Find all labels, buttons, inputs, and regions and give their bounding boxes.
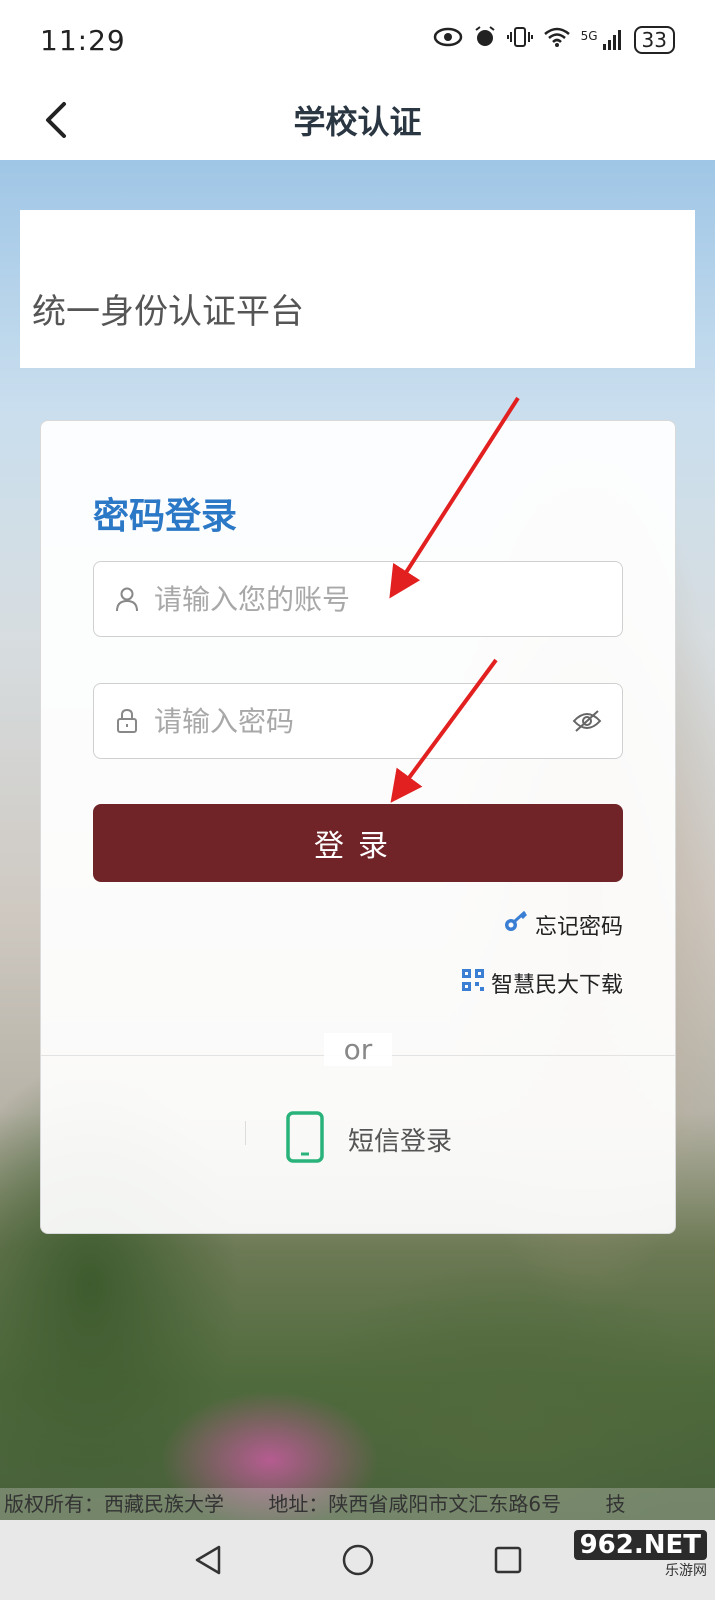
sms-login-label: 短信登录 [348, 1126, 453, 1157]
platform-title: 统一身份认证平台 [32, 291, 304, 332]
eye-icon [433, 27, 463, 53]
nav-recents-button[interactable] [488, 1540, 528, 1580]
network-type: 5G [580, 29, 598, 43]
login-button[interactable]: 登录 [93, 804, 623, 882]
back-button[interactable] [34, 98, 78, 142]
watermark-text: 乐游网 [665, 1563, 707, 1579]
circle-home-icon [342, 1544, 373, 1576]
app-download-label: 智慧民大下载 [490, 973, 623, 998]
or-text: or [323, 1033, 393, 1066]
status-icons: 5G 33 [433, 25, 675, 55]
chevron-left-icon [46, 102, 66, 138]
or-separator: or [41, 1033, 675, 1066]
login-card: 密码登录 登录 忘记密码 智慧民大下载 or 短信登录 [40, 420, 676, 1234]
eye-slash-icon[interactable] [572, 709, 602, 733]
phone-icon [286, 1111, 324, 1167]
page-title: 学校认证 [293, 103, 422, 141]
lock-icon [114, 708, 140, 734]
app-download-link[interactable]: 智慧民大下载 [461, 967, 623, 999]
site-watermark: 962.NET 乐游网 [573, 1530, 707, 1580]
password-input[interactable] [152, 703, 572, 739]
password-field[interactable] [93, 683, 623, 759]
watermark-logo: 962.NET [573, 1530, 707, 1560]
footer-copyright: 版权所有：西藏民族大学 [4, 1492, 224, 1516]
status-time: 11:29 [40, 23, 126, 57]
user-icon [114, 586, 140, 612]
app-bar: 学校认证 [0, 80, 715, 160]
forgot-password-link[interactable]: 忘记密码 [503, 909, 623, 941]
signal-icon: 5G [581, 29, 624, 51]
battery-indicator: 33 [633, 26, 675, 54]
wifi-icon [543, 26, 571, 54]
key-icon [503, 910, 529, 940]
footer-bar: 版权所有：西藏民族大学 地址：陕西省咸阳市文汇东路6号 技 [0, 1488, 715, 1520]
alarm-icon [473, 25, 497, 55]
account-input[interactable] [152, 581, 602, 617]
footer-address: 地址：陕西省咸阳市文汇东路6号 [268, 1492, 562, 1516]
sms-divider [245, 1121, 246, 1145]
status-bar: 11:29 5G 33 [0, 0, 715, 80]
nav-back-button[interactable] [188, 1540, 228, 1580]
login-heading: 密码登录 [93, 496, 238, 537]
vibrate-icon [506, 25, 533, 55]
qr-code-icon [461, 968, 485, 998]
account-field[interactable] [93, 561, 623, 637]
triangle-back-icon [195, 1545, 220, 1575]
sms-login-button[interactable]: 短信登录 [286, 1111, 452, 1167]
square-recents-icon [494, 1546, 521, 1574]
platform-banner: 统一身份认证平台 [20, 210, 695, 368]
nav-home-button[interactable] [338, 1540, 378, 1580]
forgot-password-label: 忘记密码 [534, 915, 623, 940]
footer-tail: 技 [605, 1492, 626, 1516]
